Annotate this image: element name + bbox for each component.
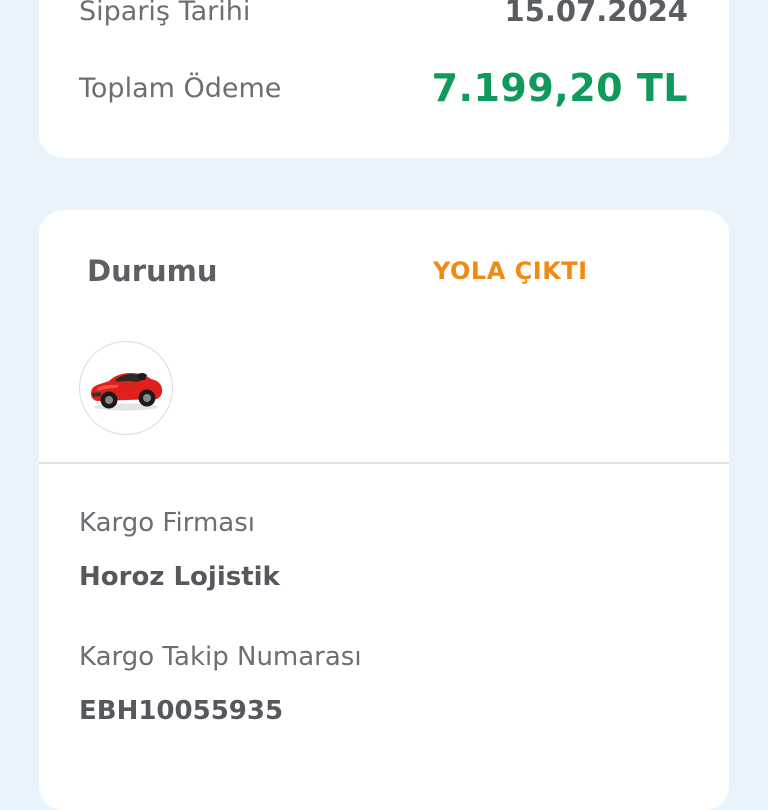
section-divider [39, 462, 729, 464]
status-badge: YOLA ÇIKTI [433, 257, 588, 285]
order-date-row: Sipariş Tarihi 15.07.2024 [79, 0, 688, 28]
red-toy-car-image [90, 373, 163, 411]
status-label: Durumu [87, 254, 218, 288]
order-summary-card: Sipariş Tarihi 15.07.2024 Toplam Ödeme 7… [39, 0, 729, 158]
order-date-label: Sipariş Tarihi [79, 0, 251, 27]
total-payment-label: Toplam Ödeme [79, 72, 282, 104]
tracking-number-label: Kargo Takip Numarası [79, 642, 362, 672]
shipping-company-value: Horoz Lojistik [79, 562, 280, 592]
total-payment-value: 7.199,20 TL [431, 66, 688, 110]
shipping-company-label: Kargo Firması [79, 508, 255, 538]
order-status-card: Durumu YOLA ÇIKTI Kargo Firması Horoz Lo… [39, 210, 729, 810]
product-thumbnail[interactable] [79, 341, 173, 435]
order-date-value: 15.07.2024 [504, 0, 688, 28]
total-payment-row: Toplam Ödeme 7.199,20 TL [79, 66, 688, 110]
tracking-number-value[interactable]: EBH10055935 [79, 696, 283, 726]
